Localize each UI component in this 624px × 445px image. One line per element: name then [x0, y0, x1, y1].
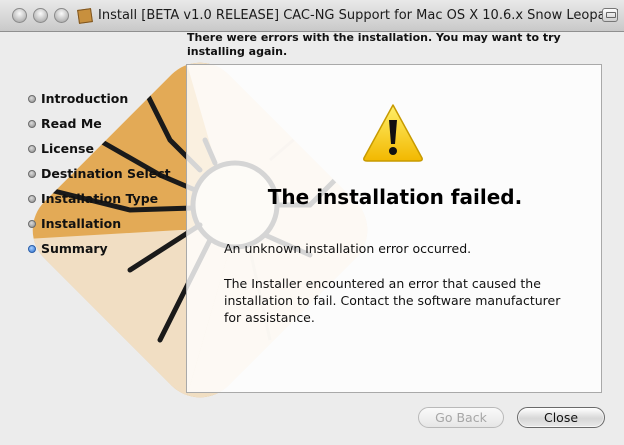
step-bullet-icon — [28, 119, 36, 128]
step-bullet-icon — [28, 144, 36, 153]
error-header-message: There were errors with the installation.… — [187, 31, 561, 58]
step-label: Read Me — [41, 116, 102, 131]
summary-panel: The installation failed. An unknown inst… — [186, 64, 602, 393]
step-bullet-icon — [28, 169, 36, 178]
step-bullet-icon — [28, 94, 36, 103]
step-introduction: Introduction — [28, 86, 188, 111]
step-label: Installation Type — [41, 191, 159, 206]
step-read-me: Read Me — [28, 111, 188, 136]
step-summary: Summary — [28, 236, 188, 261]
step-label: Destination Select — [41, 166, 171, 181]
close-button[interactable]: Close — [517, 407, 605, 428]
package-icon — [77, 7, 93, 24]
error-message-primary: An unknown installation error occurred. — [224, 241, 472, 256]
close-window-button[interactable] — [12, 8, 27, 23]
step-license: License — [28, 136, 188, 161]
active-step-bullet-icon — [28, 244, 36, 253]
window-title: Install [BETA v1.0 RELEASE] CAC-NG Suppo… — [98, 8, 619, 23]
step-installation: Installation — [28, 211, 188, 236]
step-destination-select: Destination Select — [28, 161, 188, 186]
zoom-window-button[interactable] — [54, 8, 69, 23]
step-label: Installation — [41, 216, 122, 231]
minimize-window-button[interactable] — [33, 8, 48, 23]
step-bullet-icon — [28, 219, 36, 228]
installer-window: Install [BETA v1.0 RELEASE] CAC-NG Suppo… — [0, 0, 624, 445]
step-label: Introduction — [41, 91, 129, 106]
step-bullet-icon — [28, 194, 36, 203]
title-area: Install [BETA v1.0 RELEASE] CAC-NG Suppo… — [77, 0, 619, 31]
installer-steps-sidebar: Introduction Read Me License Destination… — [28, 86, 188, 261]
step-label: Summary — [41, 241, 108, 256]
step-installation-type: Installation Type — [28, 186, 188, 211]
error-message-details: The Installer encountered an error that … — [224, 276, 561, 325]
title-bar[interactable]: Install [BETA v1.0 RELEASE] CAC-NG Suppo… — [0, 0, 624, 32]
go-back-button[interactable]: Go Back — [418, 407, 504, 428]
warning-icon — [363, 104, 423, 162]
step-label: License — [41, 141, 94, 156]
window-controls — [12, 8, 69, 23]
failure-title: The installation failed. — [267, 185, 523, 209]
toolbar-toggle-button[interactable] — [602, 8, 618, 22]
